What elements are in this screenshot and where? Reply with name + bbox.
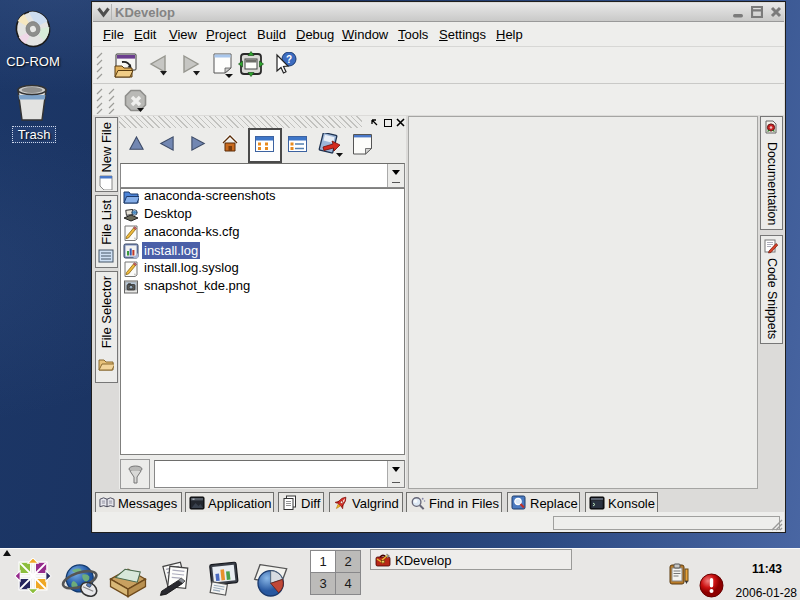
svg-text:?: ? (286, 54, 292, 65)
